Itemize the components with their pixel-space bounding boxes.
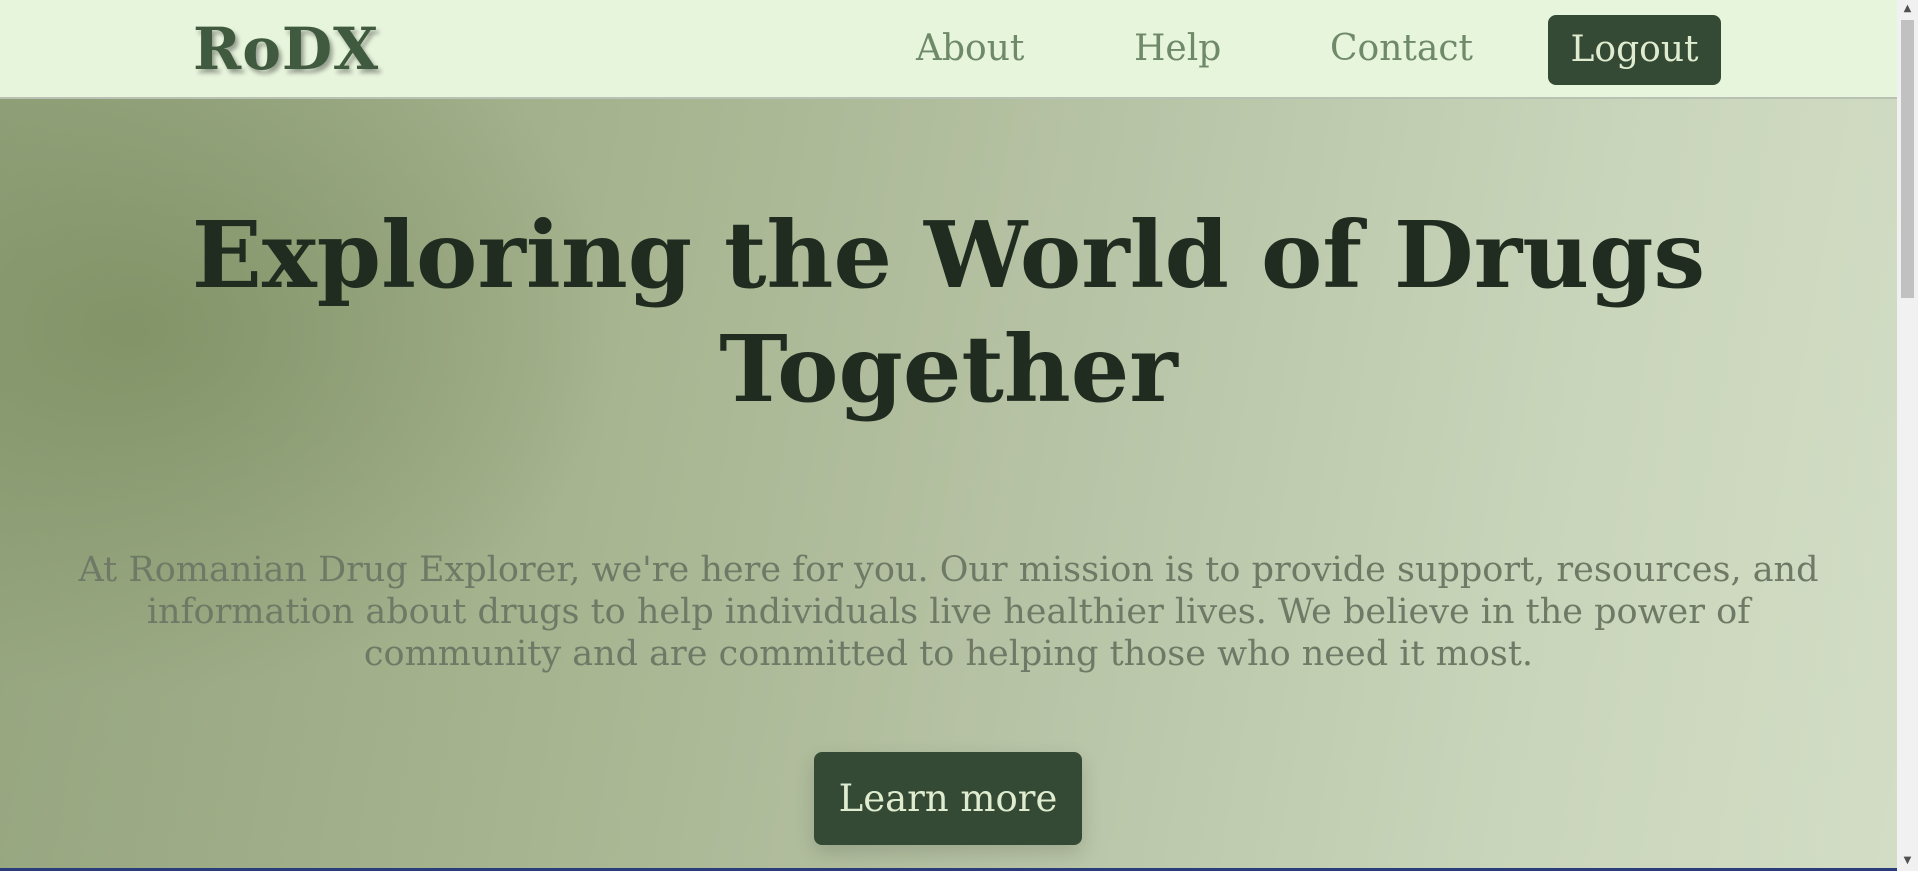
hero-section: Exploring the World of Drugs Together At…	[0, 99, 1897, 869]
hero-title-line-1: Exploring the World of Drugs	[191, 201, 1706, 309]
scroll-up-arrow-icon[interactable]: ▲	[1897, 0, 1918, 17]
top-navbar: RoDX About Help Contact Logout	[0, 0, 1897, 99]
vertical-scrollbar[interactable]: ▲ ▼	[1897, 0, 1918, 871]
nav-link-contact[interactable]: Contact	[1330, 24, 1473, 74]
page: Exploring the World of Drugs Together At…	[0, 0, 1918, 871]
hero-title: Exploring the World of Drugs Together	[0, 198, 1897, 426]
site-logo[interactable]: RoDX	[193, 10, 379, 88]
logout-button[interactable]: Logout	[1548, 15, 1721, 85]
nav-link-help[interactable]: Help	[1134, 24, 1221, 74]
hero-title-line-2: Together	[719, 315, 1178, 423]
nav-link-about[interactable]: About	[916, 24, 1024, 74]
hero-description: At Romanian Drug Explorer, we're here fo…	[78, 550, 1819, 674]
scrollbar-thumb[interactable]	[1901, 20, 1914, 298]
scroll-down-arrow-icon[interactable]: ▼	[1897, 852, 1918, 869]
learn-more-button[interactable]: Learn more	[814, 752, 1082, 845]
